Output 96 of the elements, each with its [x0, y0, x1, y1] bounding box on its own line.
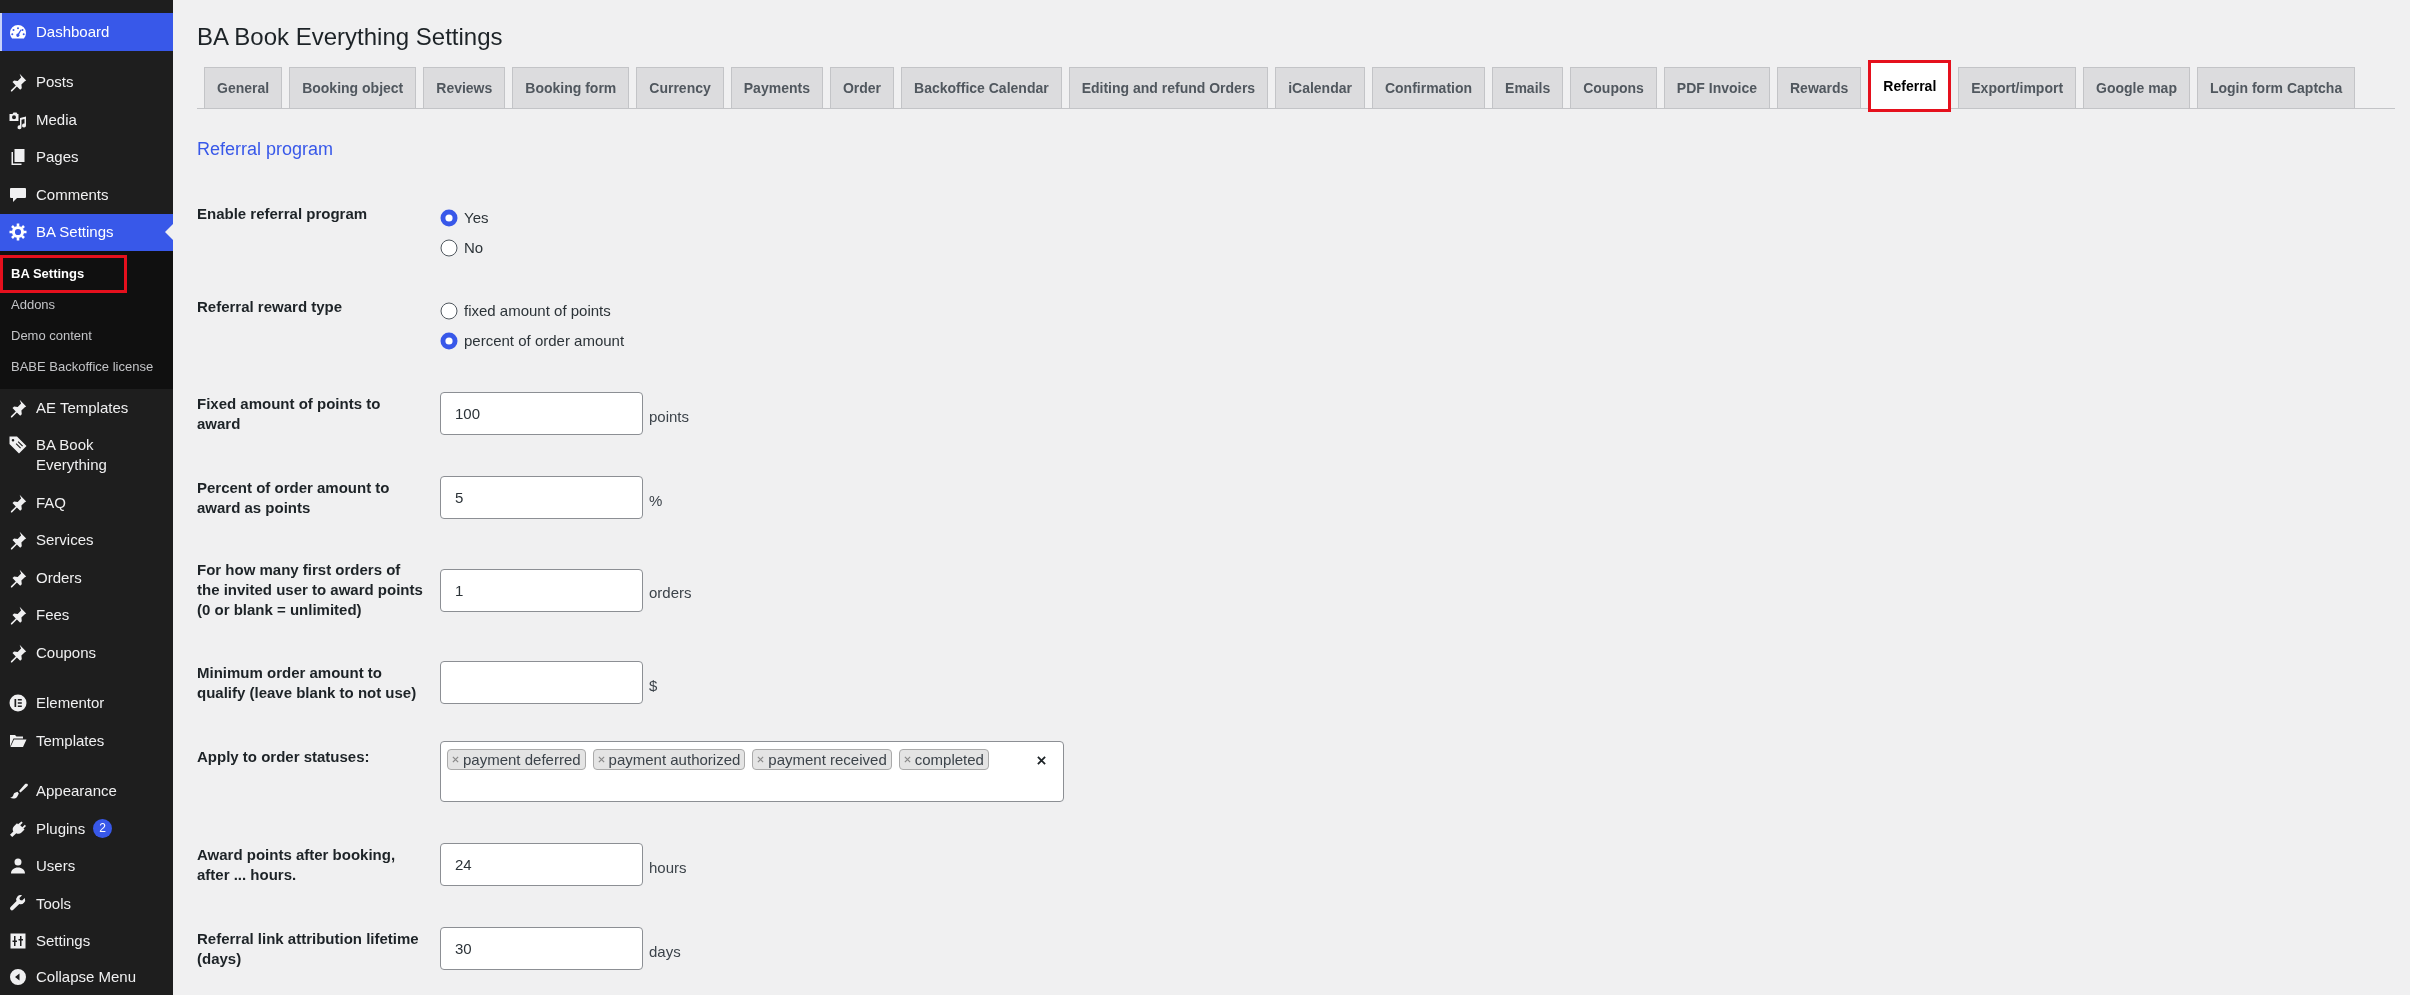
submenu-item[interactable]: BABE Backoffice license	[0, 356, 154, 377]
menu-item[interactable]: AE Templates	[0, 389, 173, 427]
menu-item[interactable]: Services	[0, 521, 173, 559]
menu-item[interactable]: Tools	[0, 885, 173, 923]
submenu-item[interactable]: Demo content	[0, 325, 92, 346]
tab[interactable]: Payments	[730, 67, 823, 108]
sliders-icon	[8, 931, 28, 952]
tab[interactable]: Coupons	[1570, 67, 1657, 108]
menu-item[interactable]: Settings	[0, 922, 173, 960]
tab[interactable]: Editing and refund Orders	[1068, 67, 1269, 108]
text-field[interactable]: 5	[440, 476, 643, 519]
menu-item[interactable]: Dashboard	[0, 13, 173, 51]
menu-item[interactable]: BA Settings	[0, 213, 173, 251]
tag-label: payment deferred	[463, 750, 581, 769]
unit-label: days	[649, 941, 681, 962]
tag-icon	[8, 435, 28, 456]
field-label: Enable referral program	[197, 204, 369, 224]
menu-item[interactable]: Appearance	[0, 772, 173, 810]
circle-logo-icon	[8, 693, 28, 714]
tab[interactable]: Booking form	[512, 67, 630, 108]
menu-item[interactable]: Orders	[0, 559, 173, 597]
menu-item[interactable]: Coupons	[0, 634, 173, 672]
field-label: Apply to order statuses:	[197, 747, 371, 767]
tag-label: payment received	[768, 750, 887, 769]
tab[interactable]: Confirmation	[1371, 67, 1486, 108]
menu-item[interactable]: Pages	[0, 138, 173, 176]
tag-label: completed	[914, 750, 984, 769]
unit-label: orders	[649, 583, 692, 603]
field-label: Minimum order amount to qualify (leave blank to not use)	[197, 662, 418, 703]
tab[interactable]: iCalendar	[1275, 67, 1365, 108]
submenu-item[interactable]: BA Settings	[0, 254, 127, 293]
close-icon[interactable]	[1037, 756, 1046, 765]
multi-select-field[interactable]: payment deferred payment authorized payment received completed	[440, 741, 1064, 802]
text-field[interactable]	[440, 661, 643, 704]
tab[interactable]: Order	[829, 67, 895, 108]
menu-item[interactable]: BA Book Everything	[0, 426, 173, 484]
text-field[interactable]: 30	[440, 927, 643, 970]
paintbrush-icon	[8, 781, 28, 802]
tab[interactable]: Backoffice Calendar	[901, 67, 1062, 108]
gear-icon	[8, 222, 28, 243]
user-icon	[8, 856, 28, 877]
menu-item[interactable]: Posts	[0, 63, 173, 101]
unit-label: points	[649, 406, 690, 427]
option-label: No	[464, 238, 484, 258]
unit-label: hours	[649, 857, 687, 878]
status-tag[interactable]: payment deferred	[447, 749, 586, 770]
section-heading: Referral program	[197, 139, 334, 159]
menu-item[interactable]: Plugins 2	[0, 810, 173, 848]
unit-label: %	[649, 490, 663, 511]
pin-icon	[8, 530, 28, 551]
radio-button[interactable]	[440, 239, 458, 257]
radio-button[interactable]	[440, 301, 458, 320]
field-label: Referral reward type	[197, 297, 344, 317]
tab[interactable]: General	[204, 67, 283, 108]
menu-item[interactable]: Comments	[0, 176, 173, 214]
field-label: Referral link attribution lifetime (days)	[197, 928, 420, 969]
notch-icon	[165, 224, 173, 241]
radio-button[interactable]	[440, 208, 458, 227]
menu-item[interactable]: Users	[0, 847, 173, 885]
tab[interactable]: PDF Invoice	[1663, 67, 1770, 108]
tab[interactable]: Booking object	[289, 67, 417, 108]
field-label: Fixed amount of points to award	[197, 393, 382, 434]
submenu-item[interactable]: Addons	[0, 294, 56, 315]
collapse-menu-button[interactable]: Collapse Menu	[0, 960, 173, 994]
menu-item[interactable]: Media	[0, 101, 173, 139]
option-label: percent of order amount	[464, 331, 625, 351]
tab[interactable]: Google map	[2083, 67, 2190, 108]
unit-label: $	[649, 675, 658, 696]
tab[interactable]: Currency	[636, 67, 724, 108]
status-tag[interactable]: payment received	[752, 749, 892, 770]
text-field[interactable]: 100	[440, 392, 643, 435]
tab[interactable]: Export/import	[1958, 67, 2077, 108]
option-label: fixed amount of points	[464, 300, 611, 321]
option-label: Yes	[464, 207, 489, 228]
tab[interactable]: Emails	[1492, 67, 1564, 108]
page-title: BA Book Everything Settings	[197, 22, 504, 52]
menu-item[interactable]: Elementor	[0, 684, 173, 722]
tab[interactable]: Login form Captcha	[2196, 67, 2356, 108]
tab[interactable]: Referral	[1868, 60, 1952, 112]
radio-button[interactable]	[440, 332, 458, 350]
field-label: Award points after booking, after ... hours.	[197, 844, 397, 885]
tag-label: payment authorized	[608, 750, 741, 769]
menu-item[interactable]: Templates	[0, 722, 173, 760]
menu-item[interactable]: FAQ	[0, 484, 173, 522]
field-label: Percent of order amount to award as points	[197, 477, 391, 518]
pin-icon	[8, 605, 28, 626]
status-tag[interactable]: completed	[898, 749, 989, 770]
pin-icon	[8, 72, 28, 93]
menu-item[interactable]: Fees	[0, 596, 173, 634]
update-count: 2	[93, 818, 113, 838]
tab[interactable]: Reviews	[423, 67, 506, 108]
tab[interactable]: Rewards	[1777, 67, 1862, 108]
status-tag[interactable]: payment authorized	[592, 749, 746, 770]
field-label: For how many first orders of the invited user to award points (0 or blank = unlimited)	[197, 560, 424, 620]
text-field[interactable]: 1	[440, 568, 643, 612]
text-field[interactable]: 24	[440, 843, 643, 886]
